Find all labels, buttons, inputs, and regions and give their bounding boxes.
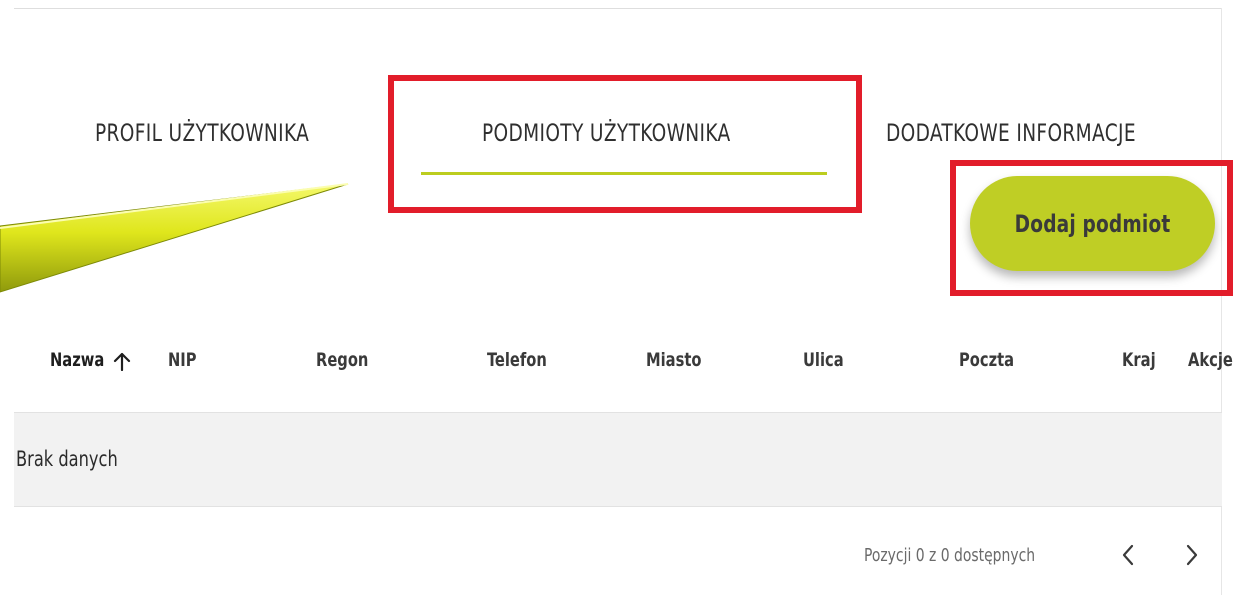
top-divider bbox=[14, 8, 1222, 9]
tab-user-profile[interactable]: PROFIL UŻYTKOWNIKA bbox=[95, 118, 309, 148]
empty-message: Brak danych bbox=[16, 447, 118, 471]
pointer-arrow-annotation bbox=[0, 183, 349, 293]
column-header-name[interactable]: Nazwa bbox=[50, 348, 104, 372]
chevron-right-icon[interactable] bbox=[1180, 540, 1204, 570]
column-header-regon[interactable]: Regon bbox=[316, 348, 368, 372]
column-header-nip[interactable]: NIP bbox=[168, 348, 197, 372]
column-header-city[interactable]: Miasto bbox=[646, 348, 701, 372]
chevron-left-icon[interactable] bbox=[1116, 540, 1140, 570]
column-header-post[interactable]: Poczta bbox=[959, 348, 1014, 372]
user-profile-panel: PROFIL UŻYTKOWNIKA PODMIOTY UŻYTKOWNIKA … bbox=[0, 0, 1236, 595]
column-header-country[interactable]: Kraj bbox=[1122, 348, 1156, 372]
tab-additional-info[interactable]: DODATKOWE INFORMACJE bbox=[886, 118, 1136, 148]
highlight-box-entities-tab bbox=[388, 75, 862, 213]
column-header-phone[interactable]: Telefon bbox=[487, 348, 547, 372]
column-header-street[interactable]: Ulica bbox=[803, 348, 844, 372]
pagination-info: Pozycji 0 z 0 dostępnych bbox=[864, 545, 1036, 566]
arrow-up-icon[interactable] bbox=[113, 351, 131, 371]
column-header-actions: Akcje bbox=[1188, 349, 1233, 371]
highlight-box-add-button bbox=[950, 160, 1233, 296]
table-empty-row: Brak danych bbox=[14, 412, 1222, 507]
